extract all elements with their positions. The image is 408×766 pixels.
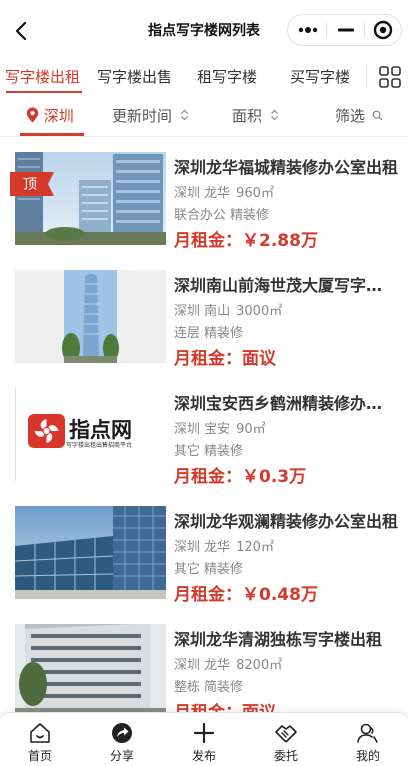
listing-tag: 其它 [174,562,201,577]
location-pin-icon [26,107,39,123]
listing-tags: 整栋 简装修 [174,676,243,695]
listing-meta: 深圳 宝安 90㎡ [174,418,266,437]
tab-label: 首页 [27,749,52,763]
target-circle-icon[interactable] [365,15,403,45]
home-icon [30,723,50,743]
sort-arrows-icon [270,109,278,121]
listing-photo [15,270,166,363]
listing-title: 深圳南山前海世茂大厦写字楼出租 [174,276,398,295]
listing-photo [15,152,166,245]
filter-bar: 深圳 更新时间 面积 筛选 [0,97,408,137]
listing-district: 深圳 龙华 [174,658,231,673]
handshake-icon [275,725,297,743]
listing-tag: 整栋 [174,680,201,695]
listing-district: 深圳 南山 [174,304,231,319]
tab-office-sale[interactable]: 写字楼出售 [97,66,172,87]
filter-label: 筛选 [335,107,366,125]
tab-entrust[interactable]: 委托 [246,713,326,766]
active-filter-indicator [20,133,84,136]
update-time-sort[interactable]: 更新时间 [112,105,189,126]
listing-meta: 深圳 龙华 120㎡ [174,536,274,555]
mini-program-capsule [287,14,402,46]
listing-tag: 精装修 [204,444,244,459]
minimize-icon[interactable] [327,15,365,45]
top-badge: 顶 [10,172,54,196]
more-dots-icon[interactable] [288,15,326,45]
tab-label: 我的 [355,749,380,763]
listing-photo: 指点网 写字楼出租出售招商平台 [15,388,166,481]
listing-tag: 精装修 [230,208,270,223]
tab-rent-office[interactable]: 租写字楼 [197,66,257,87]
listing-meta: 深圳 龙华 960㎡ [174,182,274,201]
category-tabs: 写字楼出租 写字楼出售 租写字楼 买写字楼 [0,60,408,94]
listing-title: 深圳宝安西乡鹤洲精装修办公室出租 [174,394,398,413]
city-label: 深圳 [43,107,74,125]
listing-item[interactable]: 顶 深圳龙华福城精装修办公室出租 深圳 龙华 960㎡ 联合办公 精装修 月租金：￥… [0,152,408,262]
listing-size: 3000㎡ [236,304,283,319]
logo-subtext: 写字楼出租出售招商平台 [66,441,132,449]
area-sort[interactable]: 面积 [232,105,279,126]
listing-tag: 精装修 [204,326,244,341]
tab-home[interactable]: 首页 [0,713,80,766]
listing-item[interactable]: 深圳南山前海世茂大厦写字楼出租 深圳 南山 3000㎡ 连层 精装修 月租金：面议 [0,270,408,380]
plus-icon [193,722,215,744]
listing-tag: 连层 [174,326,201,341]
tab-label: 委托 [273,749,298,763]
listing-tag: 精装修 [204,562,244,577]
listing-district: 深圳 龙华 [174,540,231,555]
grid-menu-icon[interactable] [378,65,402,89]
search-icon [372,110,383,121]
city-filter[interactable]: 深圳 [26,105,74,126]
top-badge-label: 顶 [23,177,37,193]
listing-title: 深圳龙华观澜精装修办公室出租 [174,512,398,531]
user-icon [357,723,378,743]
listing-size: 90㎡ [236,422,266,437]
sort-arrows-icon [180,109,188,121]
tab-divider [366,64,367,88]
tab-office-rent[interactable]: 写字楼出租 [5,66,80,87]
listing-tags: 其它 精装修 [174,440,243,459]
listing-meta: 深圳 南山 3000㎡ [174,300,282,319]
update-time-label: 更新时间 [112,107,173,125]
listing-price: 月租金：￥2.88万 [174,231,318,251]
listing-size: 120㎡ [236,540,274,555]
tab-label: 分享 [109,749,134,763]
active-tab-indicator [6,91,82,93]
tab-label: 发布 [191,749,216,763]
navigation-bar: 指点写字楼网列表 [0,0,408,60]
listing-district: 深圳 龙华 [174,186,231,201]
listing-price: 月租金：￥0.48万 [174,585,318,605]
listing-size: 8200㎡ [236,658,283,673]
listing-tag: 简装修 [204,680,244,695]
listing-tag: 其它 [174,444,201,459]
area-label: 面积 [232,107,263,125]
listing-title: 深圳龙华福城精装修办公室出租 [174,158,398,177]
tab-mine[interactable]: 我的 [328,713,408,766]
listing-item[interactable]: 指点网 写字楼出租出售招商平台 深圳宝安西乡鹤洲精装修办公室出租 深圳 宝安 90… [0,388,408,498]
listing-tags: 其它 精装修 [174,558,243,577]
bottom-tab-bar: 首页 分享 发布 委托 我的 [0,712,408,766]
listing-photo [15,506,166,599]
tab-share[interactable]: 分享 [82,713,162,766]
listing-meta: 深圳 龙华 8200㎡ [174,654,282,673]
listing-size: 960㎡ [236,186,274,201]
listing-district: 深圳 宝安 [174,422,231,437]
listing-price: 月租金：￥0.3万 [174,467,307,487]
listing-item[interactable]: 深圳龙华观澜精装修办公室出租 深圳 龙华 120㎡ 其它 精装修 月租金：￥0.48… [0,506,408,616]
listing-tag: 联合办公 [174,208,227,223]
listing-price: 月租金：面议 [174,349,276,369]
listing-tags: 连层 精装修 [174,322,243,341]
listing-tags: 联合办公 精装修 [174,204,269,223]
logo-text: 指点网 [69,418,132,442]
tab-publish[interactable]: 发布 [164,713,244,766]
filter-button[interactable]: 筛选 [335,105,383,126]
share-icon [112,723,132,743]
tab-buy-office[interactable]: 买写字楼 [290,66,350,87]
listing-title: 深圳龙华清湖独栋写字楼出租 [174,630,383,649]
listing-photo [15,624,166,717]
